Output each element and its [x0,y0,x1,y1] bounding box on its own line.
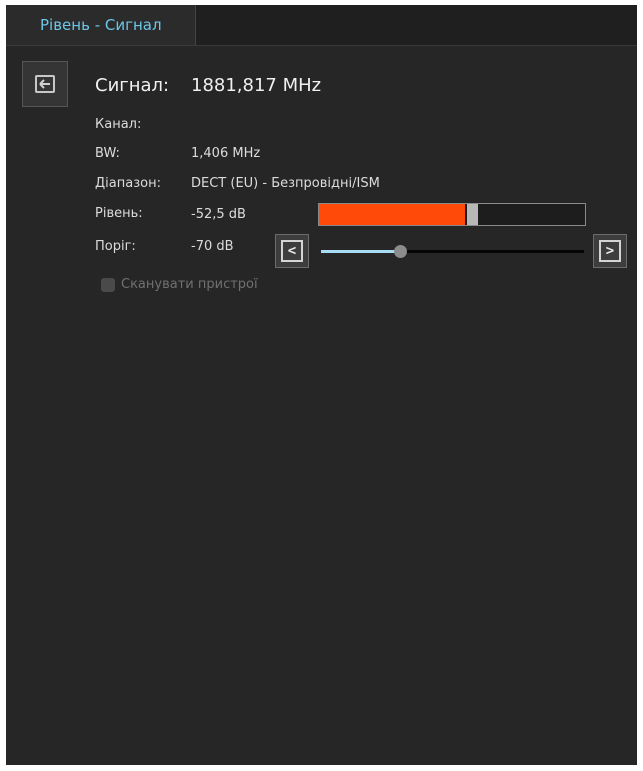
range-value: DECT (EU) - Безпровідні/ISM [191,176,380,191]
channel-label: Канал: [95,117,142,132]
bw-value: 1,406 MHz [191,146,261,161]
scan-devices-checkbox[interactable] [101,277,115,292]
threshold-slider-thumb[interactable] [393,245,407,258]
level-meter-fill [319,204,466,225]
threshold-slider[interactable] [321,245,584,258]
threshold-increase-button[interactable]: > [593,234,627,268]
level-meter [318,203,586,226]
back-button[interactable] [22,61,68,107]
signal-value: 1881,817 MHz [191,75,322,96]
scan-devices-label: Сканувати пристрої [121,277,258,292]
threshold-slider-fill [321,250,400,253]
threshold-value: -70 dB [191,239,234,254]
level-meter-peak [466,204,478,225]
threshold-label: Поріг: [95,239,136,254]
scan-devices-toggle[interactable]: Сканувати пристрої [101,277,258,292]
range-label: Діапазон: [95,176,161,191]
tab-label: Рівень - Сигнал [40,16,162,34]
level-label: Рівень: [95,206,143,221]
bw-label: BW: [95,146,120,161]
chevron-left-icon: < [281,240,303,262]
signal-label: Сигнал: [95,75,170,96]
tab-level-signal[interactable]: Рівень - Сигнал [6,5,196,45]
level-signal-panel: Рівень - Сигнал Сигнал: 1881,817 MHz Кан… [6,5,637,765]
back-arrow-icon [35,75,55,93]
level-value: -52,5 dB [191,207,246,222]
threshold-decrease-button[interactable]: < [275,234,309,268]
tab-bar: Рівень - Сигнал [6,5,637,46]
chevron-right-icon: > [599,240,621,262]
